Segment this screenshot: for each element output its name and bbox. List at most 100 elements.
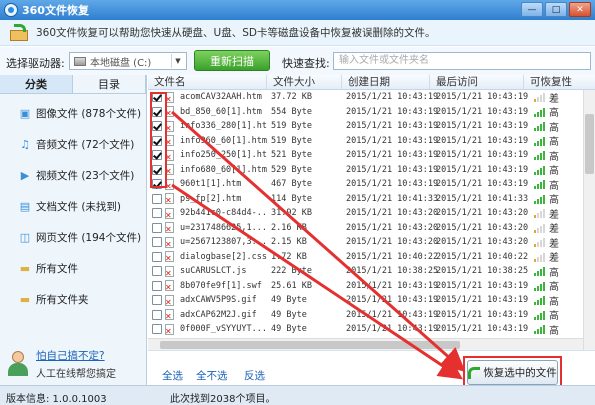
- recoverability-cell: 高: [524, 278, 580, 293]
- scroll-thumb[interactable]: [160, 341, 460, 349]
- signal-bars-icon: [534, 295, 545, 306]
- recover-selected-button[interactable]: 恢复选中的文件: [467, 360, 558, 385]
- file-name: 8b070fe9f[1].swf: [180, 280, 262, 291]
- column-header-recoverability[interactable]: 可恢复性: [524, 75, 583, 89]
- horizontal-scrollbar[interactable]: [148, 338, 583, 350]
- invert-selection-link[interactable]: 反选: [244, 368, 265, 383]
- sidebar-item-images[interactable]: ▣ 图像文件 (878个文件): [0, 98, 146, 129]
- table-row[interactable]: 960t1[1].htm 467 Byte 2015/1/21 10:43:1920…: [148, 177, 595, 192]
- table-row[interactable]: info680_60[1].htm 529 Byte 2015/1/21 10:43…: [148, 163, 595, 177]
- signal-bars-icon: [534, 150, 545, 161]
- file-size: 222 Byte: [271, 266, 312, 277]
- row-select-cell: [148, 265, 180, 278]
- table-row[interactable]: acomCAV32AAH.htm 37.72 KB 2015/1/21 10:43:…: [148, 90, 595, 105]
- row-checkbox[interactable]: [152, 251, 162, 262]
- accessed-date: 2015/1/21 10:43:20: [436, 222, 529, 233]
- row-checkbox[interactable]: [152, 280, 162, 291]
- table-row[interactable]: 8b070fe9f[1].swf 25.61 KB 2015/1/21 10:43:…: [148, 278, 595, 293]
- sidebar-item-video[interactable]: ▶ 视频文件 (23个文件): [0, 160, 146, 191]
- sidebar-item-audio[interactable]: ♫ 音频文件 (72个文件): [0, 129, 146, 160]
- table-row[interactable]: info250_250[1].htm 521 Byte 2015/1/21 10:4…: [148, 148, 595, 163]
- table-row[interactable]: u=2317486625,1... 2.16 KB 2015/1/21 10:43:…: [148, 221, 595, 235]
- deleted-file-icon: [165, 207, 174, 220]
- recover-button-label: 恢复选中的文件: [483, 367, 557, 379]
- signal-bars-icon: [534, 107, 545, 117]
- chevron-down-icon[interactable]: ▼: [171, 54, 184, 68]
- tab-category[interactable]: 分类: [0, 75, 73, 93]
- column-header-size[interactable]: 文件大小: [267, 75, 342, 89]
- drive-select[interactable]: 本地磁盘 (C:) ▼: [69, 52, 187, 70]
- sidebar-item-all-files[interactable]: ▬ 所有文件: [0, 253, 146, 284]
- row-checkbox[interactable]: [152, 237, 162, 248]
- sidebar-item-label: 所有文件: [36, 263, 78, 275]
- table-row[interactable]: info336_280[1].htm 519 Byte 2015/1/21 10:4…: [148, 119, 595, 134]
- file-size: 49 Byte: [271, 295, 307, 306]
- help-panel[interactable]: 怕自己搞不定? 人工在线帮您搞定: [6, 347, 144, 381]
- image-icon: ▣: [19, 107, 31, 120]
- row-checkbox[interactable]: [152, 222, 162, 233]
- help-title-link[interactable]: 怕自己搞不定?: [36, 348, 116, 363]
- tab-directory[interactable]: 目录: [73, 75, 146, 93]
- table-row[interactable]: ps_fp[2].htm 114 Byte 2015/1/21 10:41:3320…: [148, 192, 595, 206]
- table-row[interactable]: adxCAWV5P9S.gif 49 Byte 2015/1/21 10:43:19…: [148, 293, 595, 308]
- file-size: 49 Byte: [271, 324, 307, 335]
- row-select-cell: [148, 294, 180, 307]
- table-row[interactable]: bd_850_60[1].htm 554 Byte 2015/1/21 10:43:…: [148, 105, 595, 119]
- recoverability-value: 高: [549, 137, 559, 149]
- minimize-button[interactable]: —: [521, 2, 543, 17]
- table-row[interactable]: u=2567123807,3... 2.15 KB 2015/1/21 10:43:…: [148, 235, 595, 250]
- row-checkbox[interactable]: [152, 309, 162, 320]
- header-description: 360文件恢复可以帮助您快速从硬盘、U盘、SD卡等磁盘设备中恢复被误删除的文件。: [36, 27, 436, 39]
- maximize-button[interactable]: □: [545, 2, 567, 17]
- signal-bars-icon: [534, 252, 545, 262]
- recoverability-cell: 高: [524, 322, 580, 337]
- row-checkbox[interactable]: [152, 266, 162, 277]
- music-icon: ♫: [20, 138, 30, 151]
- created-date: 2015/1/21 10:38:25: [346, 266, 439, 277]
- disk-icon: [74, 56, 86, 66]
- file-name: info960_60[1].htm: [180, 135, 267, 146]
- title-bar: 360文件恢复 — □ ✕: [0, 0, 595, 20]
- sidebar-item-all-folders[interactable]: ▬ 所有文件夹: [0, 284, 146, 315]
- row-checkbox[interactable]: [152, 193, 162, 204]
- column-header-name[interactable]: 文件名: [148, 75, 267, 89]
- table-row[interactable]: info960_60[1].htm 519 Byte 2015/1/21 10:43…: [148, 134, 595, 149]
- row-checkbox[interactable]: [152, 208, 162, 219]
- created-date: 2015/1/21 10:43:19: [346, 324, 439, 335]
- table-row[interactable]: adxCAP62M2J.gif 49 Byte 2015/1/21 10:43:19…: [148, 308, 595, 322]
- accessed-date: 2015/1/21 10:43:20: [436, 208, 529, 219]
- file-size: 2.16 KB: [271, 222, 307, 233]
- signal-bars-icon: [534, 208, 545, 219]
- column-header-created[interactable]: 创建日期: [342, 75, 430, 89]
- sidebar-item-label: 所有文件夹: [36, 294, 89, 306]
- table-row[interactable]: suCARUSLCT.js 222 Byte 2015/1/21 10:38:252…: [148, 264, 595, 279]
- accessed-date: 2015/1/21 10:43:19: [436, 179, 529, 190]
- file-name: info250_250[1].htm: [180, 150, 267, 161]
- column-header-accessed[interactable]: 最后访问: [430, 75, 524, 89]
- signal-bars-icon: [534, 281, 545, 291]
- search-input[interactable]: 输入文件或文件夹名: [333, 52, 591, 70]
- vertical-scrollbar[interactable]: [583, 90, 595, 350]
- table-row[interactable]: dialogbase[2].css 1.72 KB 2015/1/21 10:40:…: [148, 250, 595, 264]
- created-date: 2015/1/21 10:43:19: [346, 150, 439, 161]
- sidebar-item-webpages[interactable]: ◫ 网页文件 (194个文件): [0, 222, 146, 253]
- rescan-button[interactable]: 重新扫描: [194, 50, 270, 71]
- row-checkbox[interactable]: [152, 295, 162, 306]
- file-size: 1.72 KB: [271, 251, 307, 262]
- recoverability-cell: 高: [524, 177, 580, 192]
- created-date: 2015/1/21 10:43:19: [346, 295, 439, 306]
- sidebar-item-label: 图像文件 (878个文件): [36, 108, 142, 120]
- signal-bars-icon: [534, 165, 545, 175]
- created-date: 2015/1/21 10:41:33: [346, 193, 439, 204]
- signal-bars-icon: [534, 324, 545, 335]
- table-row[interactable]: 92b441c0-c84d4-... 31.92 KB 2015/1/21 10:4…: [148, 206, 595, 221]
- file-name: bd_850_60[1].htm: [180, 106, 262, 117]
- select-all-link[interactable]: 全选: [162, 368, 183, 383]
- scroll-thumb[interactable]: [585, 114, 594, 174]
- select-none-link[interactable]: 全不选: [196, 368, 228, 383]
- row-checkbox[interactable]: [152, 324, 162, 335]
- table-row[interactable]: 0f000F_vSYYUYT... 49 Byte 2015/1/21 10:43:…: [148, 322, 595, 337]
- close-button[interactable]: ✕: [569, 2, 591, 17]
- sidebar-item-documents[interactable]: ▤ 文档文件 (未找到): [0, 191, 146, 222]
- file-list-header: 文件名 文件大小 创建日期 最后访问 可恢复性: [148, 75, 595, 90]
